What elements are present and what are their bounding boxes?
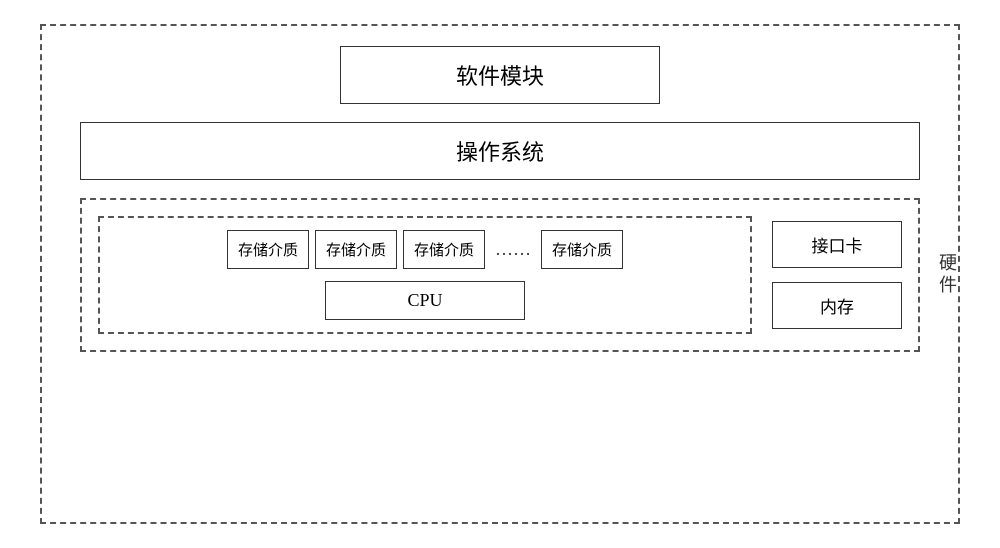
- memory-label: 内存: [820, 298, 854, 317]
- storage-item-3: 存储介质: [403, 230, 485, 269]
- hardware-label: 硬件: [934, 253, 960, 297]
- storage-item-2: 存储介质: [315, 230, 397, 269]
- cpu-box: CPU: [325, 281, 525, 320]
- software-module-box: 软件模块: [340, 46, 660, 104]
- storage-item-4: 存储介质: [541, 230, 623, 269]
- memory-box: 内存: [772, 282, 902, 329]
- storage-item-1: 存储介质: [227, 230, 309, 269]
- left-hardware-section: 存储介质 存储介质 存储介质 …… 存储介质 CPU: [98, 216, 752, 334]
- cpu-label: CPU: [407, 290, 442, 310]
- interface-card-box: 接口卡: [772, 221, 902, 268]
- main-diagram: 软件模块 操作系统 存储介质 存储介质 存储介质 …… 存储介质: [40, 24, 960, 524]
- ellipsis: ……: [491, 239, 535, 260]
- right-hardware-section: 接口卡 内存: [772, 216, 902, 334]
- storage-row: 存储介质 存储介质 存储介质 …… 存储介质: [227, 230, 623, 269]
- os-label: 操作系统: [456, 140, 544, 165]
- hardware-outer-box: 存储介质 存储介质 存储介质 …… 存储介质 CPU 接口卡: [80, 198, 920, 352]
- software-module-label: 软件模块: [456, 64, 544, 89]
- interface-card-label: 接口卡: [812, 237, 863, 256]
- os-box: 操作系统: [80, 122, 920, 180]
